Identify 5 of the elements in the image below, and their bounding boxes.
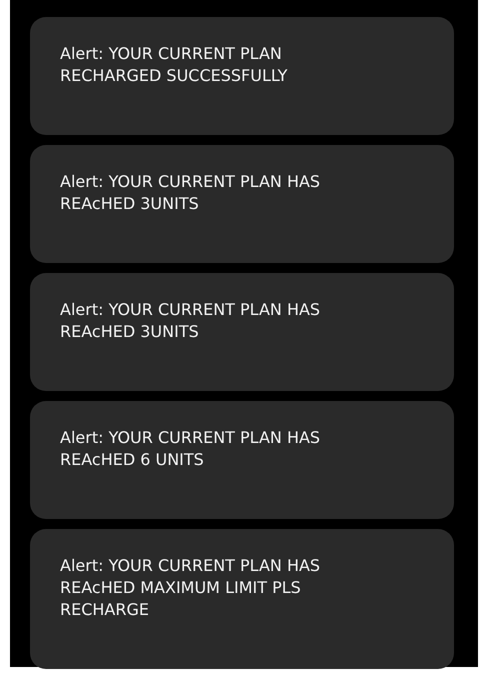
alert-message: Alert: YOUR CURRENT PLAN HAS REAcHED 6 UNITS: [60, 427, 322, 471]
alert-message: Alert: YOUR CURRENT PLAN HAS REAcHED 3UNITS: [60, 171, 322, 215]
alert-message: Alert: YOUR CURRENT PLAN HAS REAcHED MAXIMUM LIMIT PLS RECHARGE: [60, 555, 322, 621]
alert-message: Alert: YOUR CURRENT PLAN RECHARGED SUCCESSFULLY: [60, 43, 288, 87]
alert-message: Alert: YOUR CURRENT PLAN HAS REAcHED 3UNITS: [60, 299, 322, 343]
